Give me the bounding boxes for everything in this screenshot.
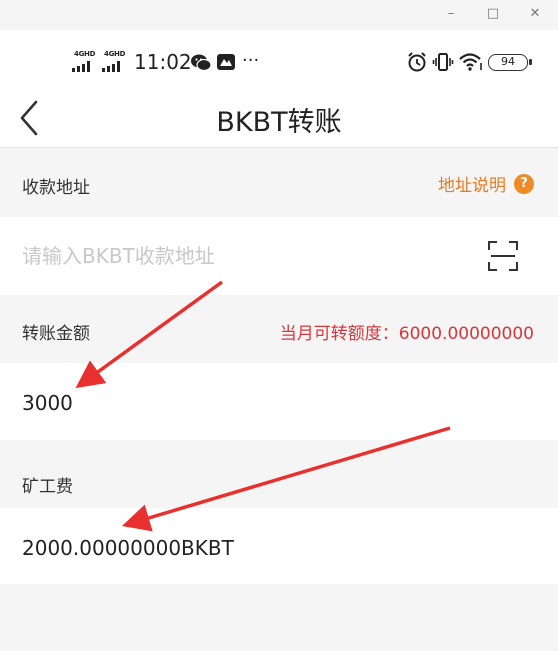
fee-label: 矿工费 bbox=[22, 477, 73, 497]
vibrate-icon bbox=[432, 53, 454, 71]
maximize-button[interactable]: □ bbox=[482, 4, 504, 24]
fee-row: 2000.00000000BKBT bbox=[0, 508, 558, 584]
scan-qr-icon[interactable] bbox=[488, 241, 518, 271]
fee-section-header: 矿工费 bbox=[0, 440, 558, 508]
monthly-limit-text: 当月可转额度：6000.00000000 bbox=[279, 324, 534, 344]
page-title: BKBT转账 bbox=[216, 107, 342, 138]
amount-value[interactable]: 3000 bbox=[22, 391, 73, 415]
address-label: 收款地址 bbox=[22, 178, 90, 198]
address-help-link[interactable]: 地址说明 ? bbox=[438, 171, 534, 196]
wifi-icon bbox=[459, 53, 482, 71]
wechat-icon bbox=[191, 54, 212, 72]
signal-icon: 4GHD bbox=[102, 50, 130, 72]
navigation-bar: BKBT转账 bbox=[0, 88, 558, 148]
address-row bbox=[0, 217, 558, 295]
address-input[interactable] bbox=[22, 217, 462, 295]
address-section-header: 收款地址 地址说明 ? bbox=[0, 149, 558, 217]
amount-label: 转账金额 bbox=[22, 324, 90, 344]
question-icon: ? bbox=[514, 173, 534, 194]
address-help-label: 地址说明 bbox=[438, 176, 506, 196]
status-time: 11:02 bbox=[134, 50, 192, 74]
status-bar: 4GHD 4GHD 11:02 ··· 94 bbox=[0, 30, 558, 88]
amount-row[interactable]: 3000 bbox=[0, 363, 558, 440]
amount-section-header: 转账金额 当月可转额度：6000.00000000 bbox=[0, 295, 558, 363]
minimize-button[interactable]: – bbox=[440, 4, 462, 24]
signal-icon: 4GHD bbox=[72, 50, 100, 72]
more-notifications: ··· bbox=[242, 50, 260, 71]
alarm-icon bbox=[408, 52, 426, 72]
close-button[interactable]: ✕ bbox=[524, 4, 546, 24]
fee-value: 2000.00000000BKBT bbox=[22, 536, 234, 560]
window-title-bar: – □ ✕ bbox=[0, 0, 558, 30]
app-notification-icon bbox=[217, 54, 235, 70]
battery-icon: 94 bbox=[488, 54, 532, 71]
